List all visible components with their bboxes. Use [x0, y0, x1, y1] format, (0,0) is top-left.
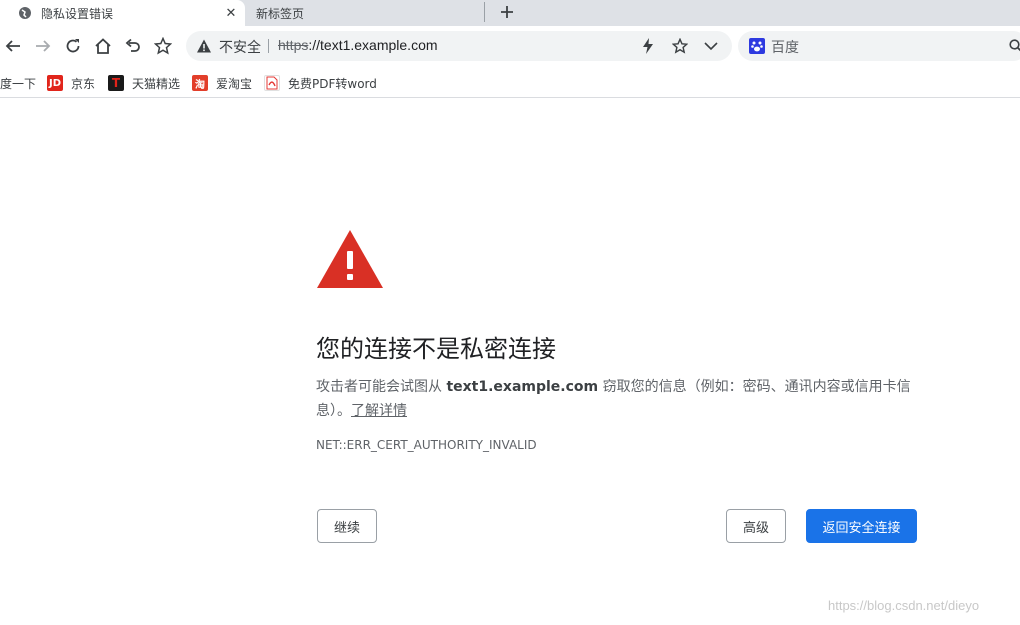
reload-icon — [66, 39, 80, 53]
reload-button[interactable] — [62, 35, 84, 57]
back-button[interactable] — [2, 35, 24, 57]
desc-text: 攻击者可能会试图从 — [316, 379, 447, 395]
tab-title: 隐私设置错误 — [41, 6, 114, 21]
close-tab-icon[interactable]: ✕ — [223, 5, 239, 21]
error-code[interactable]: NET::ERR_CERT_AUTHORITY_INVALID — [316, 438, 537, 452]
jd-logo-icon: JD — [47, 75, 63, 91]
bookmark-label: 度一下 — [0, 76, 37, 91]
address-bar[interactable]: 不安全 https://text1.example.com — [186, 31, 732, 61]
bookmark-label: 免费PDF转word — [288, 76, 377, 91]
bookmark-page-star-icon[interactable] — [671, 37, 689, 55]
url-text[interactable]: https://text1.example.com — [278, 37, 438, 53]
search-box[interactable]: 百度 — [738, 31, 1020, 61]
bookmark-label: 爱淘宝 — [216, 76, 253, 91]
bookmarks-bar: 度一下 JD 京东 T 天猫精选 淘 爱淘宝 免费PDF转word — [0, 66, 1020, 98]
bookmark-item[interactable]: 免费PDF转word — [264, 74, 377, 92]
lightning-icon[interactable] — [639, 37, 657, 55]
forward-arrow-icon — [36, 40, 51, 52]
undo-icon — [125, 38, 140, 52]
forward-button[interactable] — [32, 35, 54, 57]
host-name: text1.example.com — [446, 379, 599, 395]
bookmark-label: 京东 — [71, 76, 96, 91]
bookmark-star-button[interactable] — [152, 35, 174, 57]
bookmark-item[interactable]: T 天猫精选 — [108, 74, 180, 92]
star-outline-icon — [154, 37, 172, 55]
tab-strip: 隐私设置错误 ✕ 新标签页 — [0, 0, 1020, 26]
toolbar: 不安全 https://text1.example.com 百度 — [0, 26, 1020, 66]
bookmark-label: 天猫精选 — [132, 76, 181, 91]
security-status-label[interactable]: 不安全 — [219, 37, 261, 57]
search-icon[interactable] — [1009, 38, 1020, 57]
baidu-paw-icon — [749, 38, 765, 54]
tab-new-tab[interactable]: 新标签页 — [245, 0, 485, 26]
tab-title: 新标签页 — [256, 6, 305, 21]
chevron-down-icon[interactable] — [702, 37, 720, 55]
back-to-safety-button[interactable]: 返回安全连接 — [806, 509, 917, 543]
taobao-logo-icon: 淘 — [192, 75, 208, 91]
page-title: 您的连接不是私密连接 — [316, 335, 556, 363]
undo-close-button[interactable] — [122, 35, 144, 57]
bookmark-item[interactable]: 度一下 — [0, 74, 36, 92]
back-arrow-icon — [5, 40, 20, 52]
url-scheme: https — [278, 37, 309, 53]
divider — [268, 39, 269, 53]
warning-triangle-icon[interactable] — [196, 38, 212, 54]
tmall-logo-icon: T — [108, 75, 124, 91]
new-tab-button[interactable] — [496, 1, 518, 23]
home-icon — [95, 38, 111, 54]
bookmark-item[interactable]: JD 京东 — [47, 74, 95, 92]
advanced-button[interactable]: 高级 — [726, 509, 786, 543]
search-placeholder: 百度 — [771, 40, 799, 56]
tab-separator — [484, 2, 485, 22]
home-button[interactable] — [92, 35, 114, 57]
learn-more-link[interactable]: 了解详情 — [351, 403, 407, 419]
url-host: ://text1.example.com — [308, 37, 438, 53]
globe-icon — [18, 6, 32, 20]
tab-privacy-error[interactable]: 隐私设置错误 ✕ — [0, 0, 245, 26]
pdf-icon — [264, 75, 280, 91]
watermark: https://blog.csdn.net/dieyo — [828, 598, 980, 613]
error-description: 攻击者可能会试图从 text1.example.com 窃取您的信息（例如：密码… — [316, 375, 920, 423]
bookmark-item[interactable]: 淘 爱淘宝 — [192, 74, 252, 92]
continue-button[interactable]: 继续 — [317, 509, 377, 543]
warning-triangle-icon — [316, 229, 384, 289]
plus-icon — [501, 6, 513, 18]
